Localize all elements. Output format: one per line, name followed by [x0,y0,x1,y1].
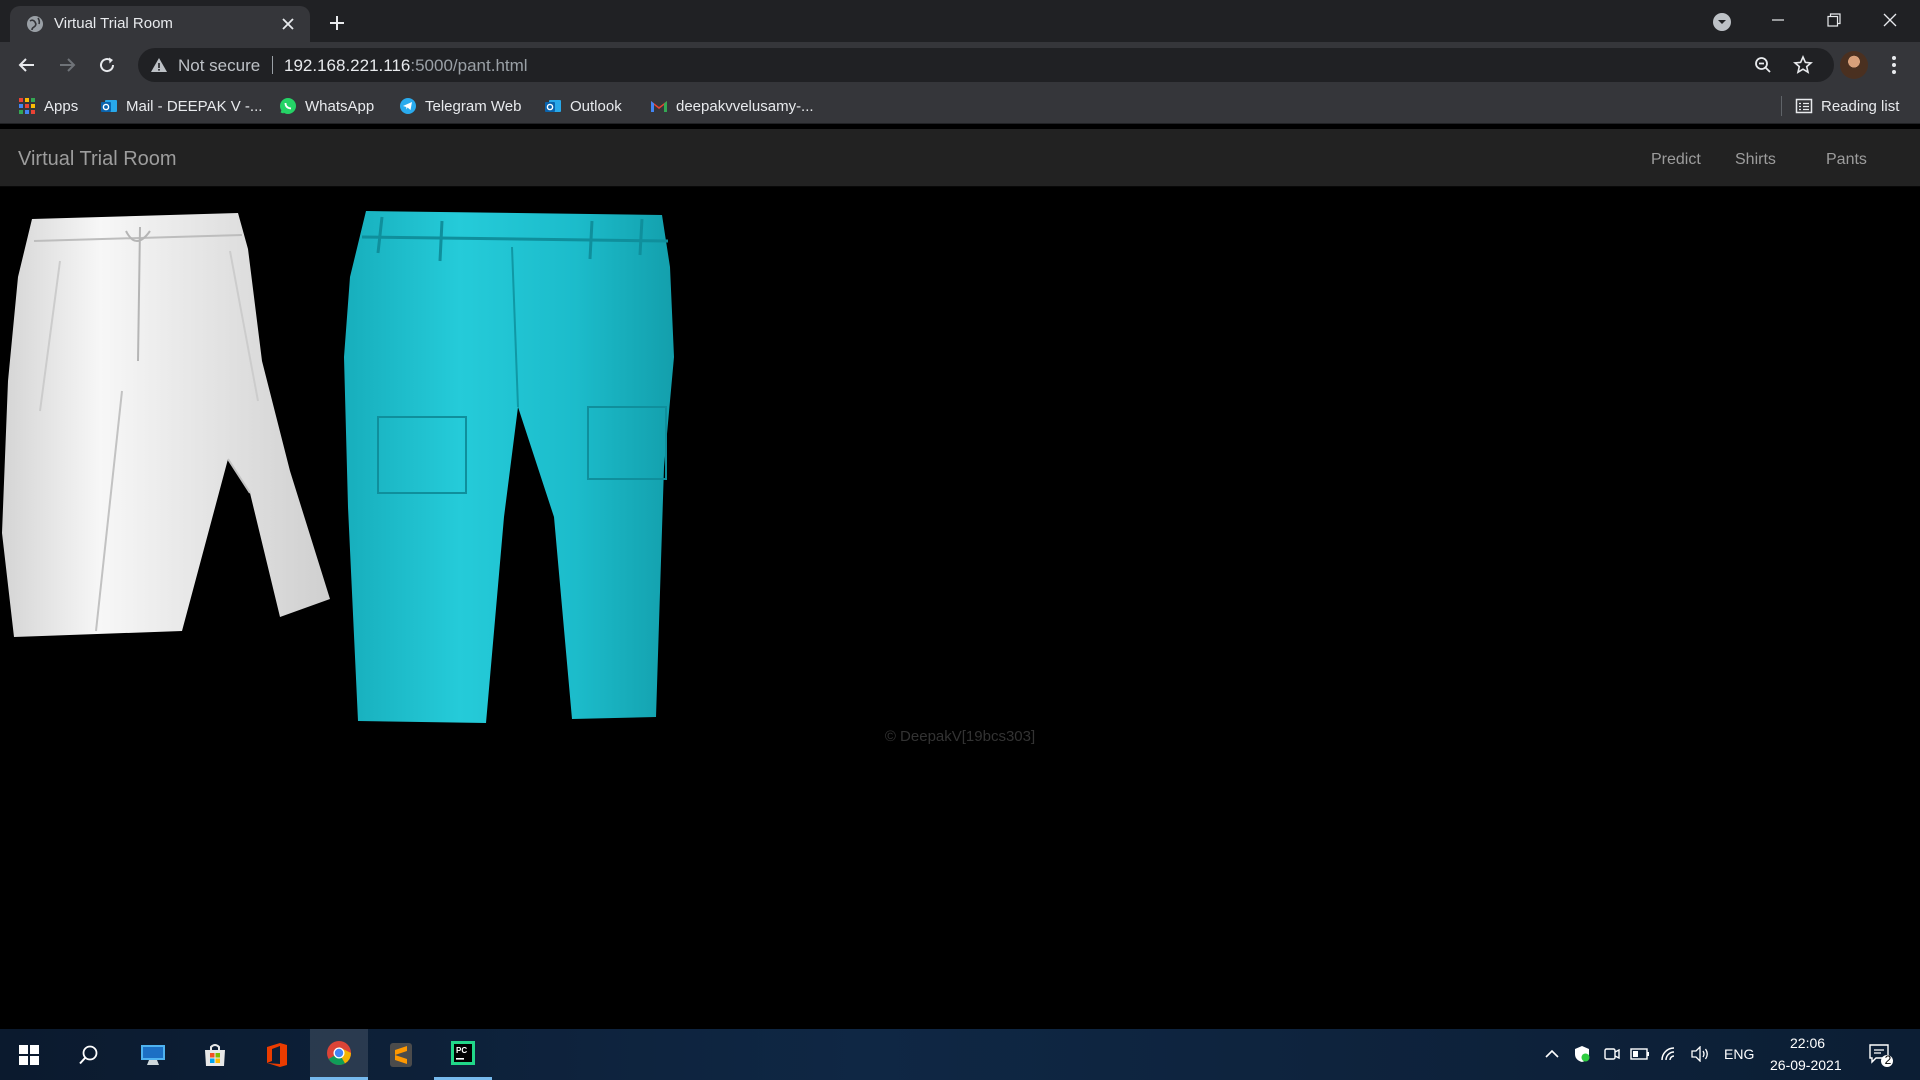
chrome-menu-kebab-icon[interactable] [1880,51,1908,79]
bookmark-label: deepakvvelusamy-... [676,97,814,115]
reading-list-icon [1795,98,1813,114]
bookmarks-bar: Apps Mail - DEEPAK V -... WhatsApp Teleg… [0,88,1920,124]
search-icon[interactable] [60,1029,118,1080]
url-host: 192.168.221.116 [284,56,411,75]
forward-arrow-icon[interactable] [52,50,82,80]
pycharm-icon[interactable]: PC [434,1029,492,1080]
globe-icon [27,16,43,32]
bookmark-mail[interactable]: Mail - DEEPAK V -... [100,94,262,118]
outlook-icon [101,100,117,112]
apps-grid-icon [19,98,35,114]
tab-search-icon[interactable] [1710,10,1734,34]
url-text[interactable]: 192.168.221.116:5000/pant.html [284,56,528,76]
bookmark-whatsapp[interactable]: WhatsApp [279,94,374,118]
bookmark-gmail[interactable]: deepakvvelusamy-... [650,94,814,118]
site-brand[interactable]: Virtual Trial Room [18,148,177,171]
bookmark-label: WhatsApp [305,97,375,115]
start-icon[interactable] [0,1029,58,1080]
tab-close-icon[interactable] [276,12,300,36]
bookmark-outlook[interactable]: Outlook [544,94,622,118]
language-indicator[interactable]: ENG [1724,1046,1754,1062]
address-bar[interactable]: Not secure 192.168.221.116:5000/pant.htm… [138,48,1834,82]
url-path: :5000/pant.html [410,56,528,75]
svg-text:PC: PC [456,1046,467,1055]
nav-link-shirts[interactable]: Shirts [1735,151,1776,169]
close-window-icon[interactable] [1862,0,1918,40]
wifi-icon[interactable] [1660,1044,1680,1064]
security-shield-icon[interactable] [1572,1044,1592,1064]
zoom-magnifier-icon[interactable] [1752,54,1774,76]
site-footer: © DeepakV[19bcs303] [884,728,1036,745]
bookmark-label: Telegram Web [425,97,522,115]
site-navbar: Virtual Trial Room Predict Shirts Pants [0,129,1920,187]
bookmarks-separator [1781,96,1782,116]
chrome-icon[interactable] [310,1029,368,1080]
office-icon[interactable] [248,1029,306,1080]
telegram-icon [400,98,416,114]
volume-icon[interactable] [1690,1044,1710,1064]
profile-avatar[interactable] [1840,51,1868,79]
warning-triangle-icon[interactable] [150,56,168,74]
white-pants-image[interactable] [0,211,340,723]
restore-window-icon[interactable] [1806,0,1862,40]
whatsapp-icon [280,98,296,114]
not-secure-label[interactable]: Not secure [178,56,260,76]
microsoft-store-icon[interactable] [186,1029,244,1080]
tab-title: Virtual Trial Room [54,15,173,32]
reading-list-button[interactable]: Reading list [1795,94,1899,118]
browser-tab[interactable]: Virtual Trial Room [10,6,310,42]
outlook-icon [545,100,561,112]
meet-now-icon[interactable] [1602,1044,1622,1064]
browser-toolbar: Not secure 192.168.221.116:5000/pant.htm… [0,42,1920,88]
bookmark-label: Outlook [570,97,622,115]
sublime-text-icon[interactable] [372,1029,430,1080]
reading-list-label: Reading list [1821,97,1900,115]
gmail-icon [651,101,667,112]
web-page-content: Virtual Trial Room Predict Shirts Pants … [0,125,1920,1029]
bookmark-telegram[interactable]: Telegram Web [399,94,521,118]
battery-icon[interactable] [1630,1044,1650,1064]
nav-link-pants[interactable]: Pants [1826,151,1867,169]
back-arrow-icon[interactable] [12,50,42,80]
nav-link-predict[interactable]: Predict [1651,151,1701,169]
reload-icon[interactable] [92,50,122,80]
new-tab-plus-icon[interactable] [322,8,352,38]
bookmark-label: Apps [44,97,79,115]
browser-tab-strip: Virtual Trial Room [0,0,1920,42]
bookmark-label: Mail - DEEPAK V -... [126,97,263,115]
clock-time[interactable]: 22:06 [1790,1035,1825,1051]
bookmark-star-icon[interactable] [1792,54,1814,76]
windows-taskbar: PC ENG 22:06 26-09-2021 2 [0,1029,1920,1080]
notification-count-badge: 2 [1884,1053,1892,1067]
this-pc-icon[interactable] [124,1029,182,1080]
chevron-up-icon[interactable] [1542,1044,1562,1064]
omnibox-divider [272,56,273,74]
clock-date[interactable]: 26-09-2021 [1770,1057,1842,1073]
cyan-pants-image[interactable] [342,207,676,727]
bookmark-apps[interactable]: Apps [18,94,78,118]
minimize-window-icon[interactable] [1750,0,1806,40]
